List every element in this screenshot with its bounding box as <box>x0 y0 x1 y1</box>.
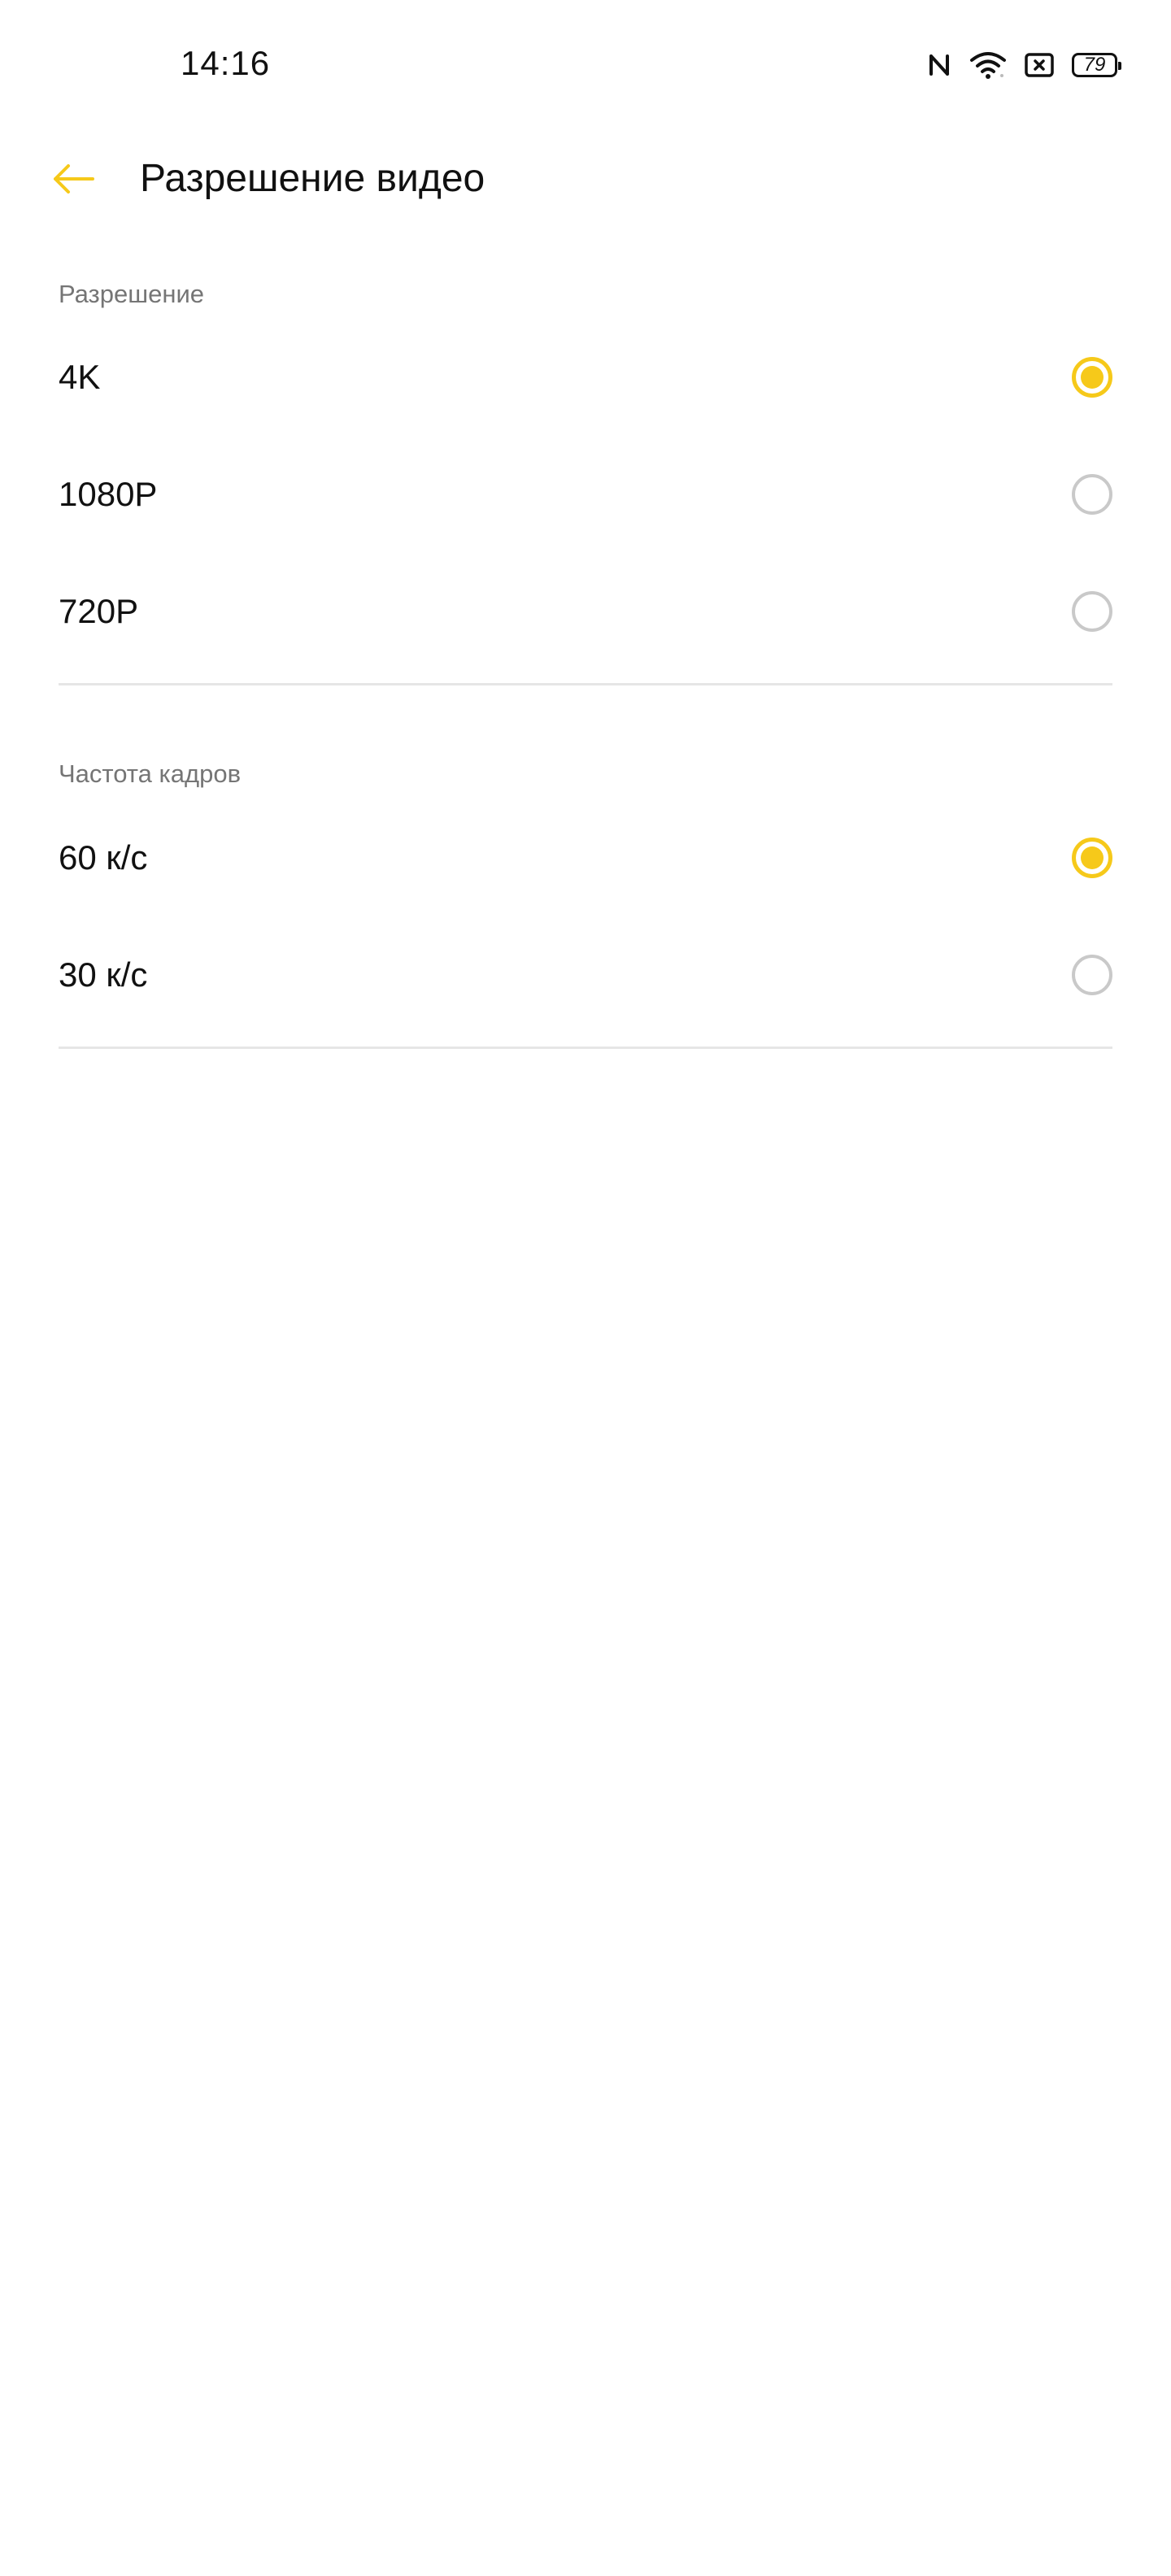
status-time: 14:16 <box>181 44 271 82</box>
option-label: 4K <box>59 358 101 396</box>
option-60fps[interactable]: 60 к/с <box>0 799 1171 916</box>
option-720p[interactable]: 720P <box>0 553 1171 670</box>
battery-level: 79 <box>1083 54 1106 76</box>
back-button[interactable] <box>42 151 104 207</box>
wifi-icon <box>969 50 1007 80</box>
divider <box>59 683 1112 685</box>
nfc-icon <box>927 51 951 79</box>
battery-icon: 79 <box>1072 53 1121 77</box>
radio-unselected[interactable] <box>1072 474 1112 515</box>
sim-disabled-icon <box>1025 53 1054 77</box>
page-title: Разрешение видео <box>140 157 485 200</box>
option-4k[interactable]: 4K <box>0 319 1171 436</box>
option-30fps[interactable]: 30 к/с <box>0 916 1171 1033</box>
option-label: 30 к/с <box>59 955 148 994</box>
section-label-resolution: Разрешение <box>59 280 205 308</box>
status-bar: 14:16 79 <box>0 0 1171 130</box>
option-label: 1080P <box>59 475 158 513</box>
radio-unselected[interactable] <box>1072 591 1112 632</box>
option-label: 60 к/с <box>59 838 148 877</box>
app-header: Разрешение видео <box>0 130 1171 228</box>
radio-selected[interactable] <box>1072 838 1112 878</box>
arrow-left-icon <box>54 164 94 194</box>
radio-unselected[interactable] <box>1072 955 1112 995</box>
radio-selected[interactable] <box>1072 357 1112 398</box>
option-label: 720P <box>59 592 139 630</box>
status-icons: 79 <box>927 47 1121 83</box>
divider <box>59 1046 1112 1049</box>
option-1080p[interactable]: 1080P <box>0 436 1171 553</box>
section-label-frame-rate: Частота кадров <box>59 759 242 788</box>
